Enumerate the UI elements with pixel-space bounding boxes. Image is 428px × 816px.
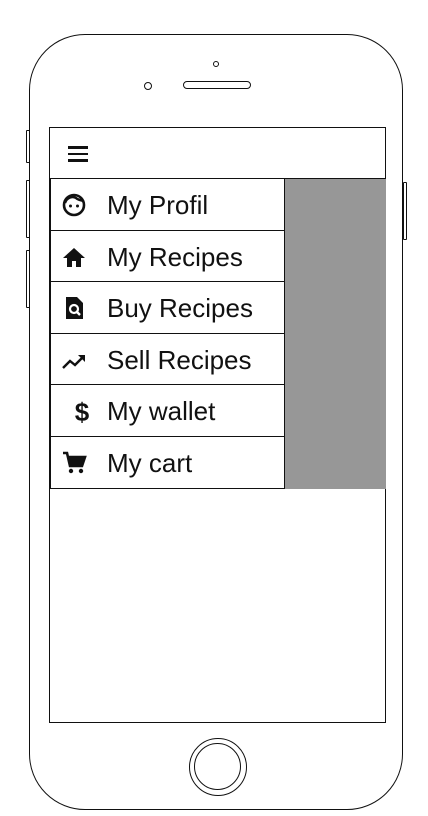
drawer-item-label: My cart: [107, 448, 193, 478]
volume-down-button: [26, 250, 30, 308]
drawer-item-label: My Profil: [107, 190, 209, 220]
drawer-item-label: Sell Recipes: [107, 344, 252, 375]
face-icon: [62, 193, 86, 217]
drawer-item-label: My Recipes: [107, 241, 243, 272]
home-icon: [63, 247, 85, 267]
drawer-item-my-recipes[interactable]: My Recipes: [51, 231, 284, 283]
trending-up-icon: [62, 354, 85, 369]
power-button: [403, 182, 407, 240]
drawer-item-my-cart[interactable]: My cart: [51, 437, 284, 489]
drawer-item-label: Buy Recipes: [107, 293, 253, 324]
app-bar: [50, 128, 385, 179]
home-button[interactable]: [189, 738, 247, 796]
front-camera: [144, 82, 152, 90]
drawer-item-my-profil[interactable]: My Profil: [51, 179, 284, 231]
search-document-icon: [66, 297, 83, 320]
cart-icon: [63, 451, 87, 474]
drawer-item-my-wallet[interactable]: $ My wallet: [51, 385, 284, 437]
phone-screen: My Profil My Recipes Buy Recipes Sell Re…: [49, 127, 386, 723]
drawer-item-sell-recipes[interactable]: Sell Recipes: [51, 334, 284, 386]
hamburger-menu-icon[interactable]: [68, 146, 88, 162]
svg-text:$: $: [75, 398, 90, 424]
earpiece-speaker: [183, 81, 251, 89]
drawer-item-label: My wallet: [107, 396, 216, 427]
navigation-drawer: My Profil My Recipes Buy Recipes Sell Re…: [50, 179, 285, 489]
dollar-icon: $: [75, 398, 90, 424]
proximity-sensor: [213, 61, 219, 67]
mute-switch: [26, 130, 30, 163]
drawer-scrim[interactable]: [284, 179, 386, 489]
volume-up-button: [26, 180, 30, 238]
drawer-item-buy-recipes[interactable]: Buy Recipes: [51, 282, 284, 334]
